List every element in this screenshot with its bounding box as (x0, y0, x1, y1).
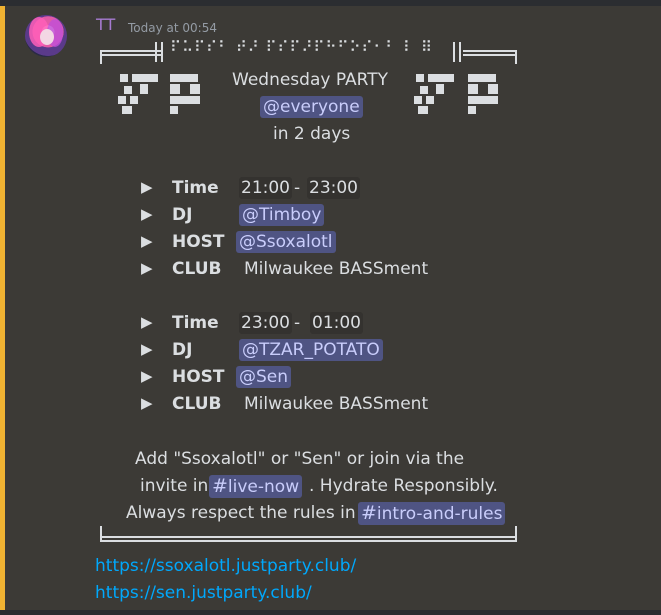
arrow-icon: ▶ (141, 259, 153, 277)
arrow-icon: ▶ (141, 313, 153, 331)
channel-mention-live-now[interactable]: #live-now (209, 475, 303, 498)
dj-label: DJ (172, 205, 193, 225)
time-start: 21:00 (239, 177, 292, 199)
username[interactable]: TT (96, 15, 115, 34)
channel-name: live-now (227, 477, 300, 497)
arrow-icon: ▶ (141, 367, 153, 385)
footer-line-2-suffix: . Hydrate Responsibly. (309, 476, 498, 496)
mention-host[interactable]: @Sen (236, 366, 292, 388)
club-name: Milwaukee BASSment (244, 394, 429, 414)
arrow-icon: ▶ (141, 340, 153, 358)
channel-mention-intro-and-rules[interactable]: #intro-and-rules (358, 502, 506, 525)
arrow-icon: ▶ (141, 232, 153, 250)
mention-dj[interactable]: @Timboy (239, 204, 325, 226)
avatar[interactable] (25, 15, 67, 57)
footer-line-3-prefix: Always respect the rules in (126, 503, 356, 523)
arrow-icon: ▶ (141, 178, 153, 196)
braille-banner: ⠏⠥⠏⠎⠃ ⠞⠜ ⠏⠎⠏⠜⠏⠓⠋⠕⠎⠂⠃ ⠇ ⠿ (170, 38, 433, 56)
avatar-face (40, 29, 54, 45)
mention-everyone[interactable]: @everyone (260, 96, 363, 118)
host-label: HOST (172, 232, 225, 252)
time-end: 23:00 (307, 177, 360, 199)
time-start: 23:00 (239, 312, 292, 334)
party-title: Wednesday PARTY (232, 70, 388, 90)
arrow-icon: ▶ (141, 205, 153, 223)
party-countdown: in 2 days (273, 124, 351, 144)
time-label: Time (172, 178, 219, 198)
bottom-divider (0, 610, 661, 615)
link-ssoxalotl[interactable]: https://ssoxalotl.justparty.club/ (95, 556, 356, 576)
top-divider (0, 0, 661, 6)
time-separator: - (294, 313, 301, 333)
club-label: CLUB (172, 259, 222, 279)
time-label: Time (172, 313, 219, 333)
link-sen[interactable]: https://sen.justparty.club/ (95, 583, 312, 603)
timestamp[interactable]: Today at 00:54 (128, 21, 217, 35)
footer-line-1: Add "Ssoxalotl" or "Sen" or join via the (135, 449, 465, 469)
club-name: Milwaukee BASSment (244, 259, 429, 279)
hash-icon: # (361, 502, 377, 524)
channel-name: intro-and-rules (376, 504, 503, 524)
club-label: CLUB (172, 394, 222, 414)
arrow-icon: ▶ (141, 394, 153, 412)
host-label: HOST (172, 367, 225, 387)
hash-icon: # (212, 475, 228, 497)
time-separator: - (294, 178, 301, 198)
time-end: 01:00 (310, 312, 363, 334)
mention-dj[interactable]: @TZAR_POTATO (239, 339, 383, 361)
mention-highlight-bar (0, 6, 5, 610)
footer-line-2-prefix: invite in (140, 476, 209, 496)
dj-label: DJ (172, 340, 193, 360)
mention-host[interactable]: @Ssoxalotl (236, 231, 336, 253)
